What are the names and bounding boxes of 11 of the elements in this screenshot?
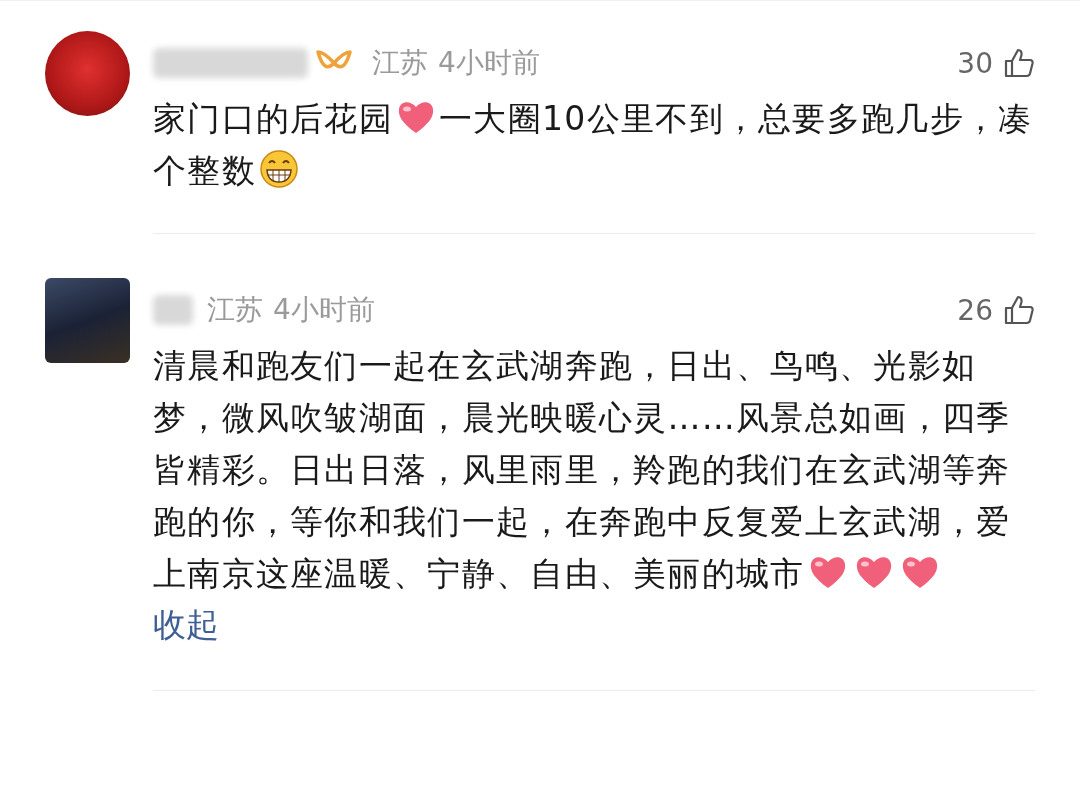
time-text: 4小时前: [273, 292, 375, 328]
comment-text: 家门口的后花园 一大圈10公里不到，总要多跑几步，凑个整数: [153, 96, 1034, 192]
time-text: 4小时前: [438, 45, 540, 81]
like-count: 26: [957, 293, 993, 327]
location-text: 江苏: [207, 292, 263, 328]
thumbs-up-icon[interactable]: [1003, 294, 1035, 326]
like-count: 30: [957, 46, 993, 80]
thumbs-up-icon[interactable]: [1003, 47, 1035, 79]
collapse-link[interactable]: 收起: [153, 600, 219, 650]
location-text: 江苏: [372, 45, 428, 81]
comment-text: 清晨和跑友们一起在玄武湖奔跑，日出、鸟鸣、光影如梦，微风吹皱湖面，晨光映暖心灵……风景总如画，四季皆精彩。日出日落，风里雨里，羚跑的我们在玄武湖等奔跑的你，等你和我们一起，在奔跑中反复爱上玄武湖，爱上南京这座温暖、宁静、自由、美丽的城市: [153, 345, 1012, 595]
